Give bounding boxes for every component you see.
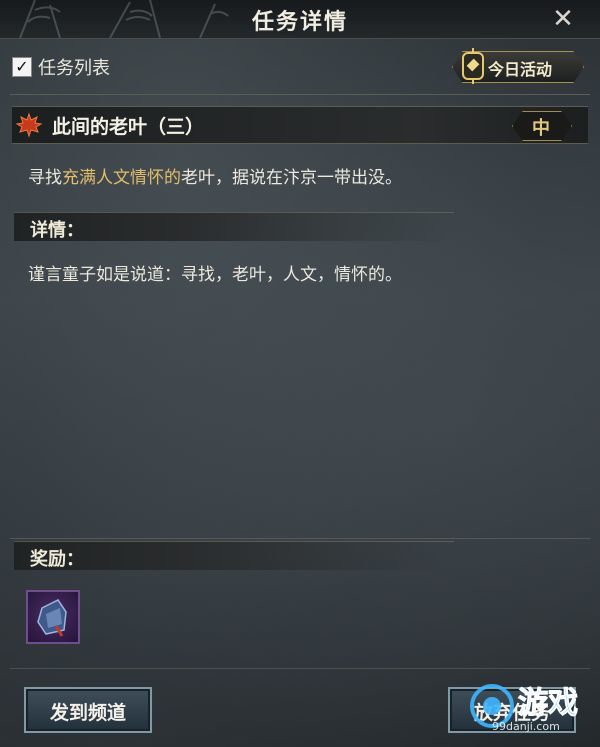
task-list-checkbox[interactable]: ✓ (12, 57, 32, 77)
description-suffix: 老叶，据说在汴京一带出没。 (181, 168, 402, 188)
close-icon[interactable]: ✕ (550, 6, 576, 32)
send-to-channel-button[interactable]: 发到频道 (24, 687, 152, 733)
divider (10, 538, 590, 539)
quest-header: 此间的老叶（三） 中 (12, 106, 588, 144)
today-activity-button[interactable]: 今日活动 (444, 46, 588, 86)
lantern-icon (462, 48, 484, 84)
today-activity-label: 今日活动 (488, 60, 553, 79)
details-text: 谨言童子如是说道：寻找，老叶，人文，情怀的。 (28, 265, 402, 285)
difficulty-label: 中 (532, 118, 550, 139)
quest-name: 此间的老叶（三） (52, 116, 205, 138)
window-title: 任务详情 (251, 10, 348, 35)
watermark-brand: 游戏 (518, 686, 579, 722)
details-heading: 详情： (30, 220, 84, 241)
watermark-url: 99danji.com (492, 720, 560, 733)
maple-leaf-icon (16, 112, 42, 138)
send-to-channel-label: 发到频道 (49, 702, 126, 724)
description-highlight: 充满人文情怀的 (62, 168, 181, 188)
rewards-section-header: 奖励： (14, 541, 454, 570)
reward-item[interactable] (26, 590, 80, 644)
difficulty-badge: 中 (512, 111, 572, 141)
task-list-toggle[interactable]: ✓ 任务列表 (12, 56, 110, 79)
description-prefix: 寻找 (28, 168, 62, 188)
quest-description: 寻找充满人文情怀的老叶，据说在汴京一带出没。 (28, 163, 402, 188)
title-bar: 任务详情 ✕ (0, 0, 600, 39)
divider (10, 668, 590, 669)
divider (10, 94, 590, 95)
details-section-header: 详情： (14, 212, 454, 241)
task-list-label: 任务列表 (38, 58, 110, 79)
bag-icon (37, 599, 67, 637)
rewards-heading: 奖励： (30, 549, 84, 570)
